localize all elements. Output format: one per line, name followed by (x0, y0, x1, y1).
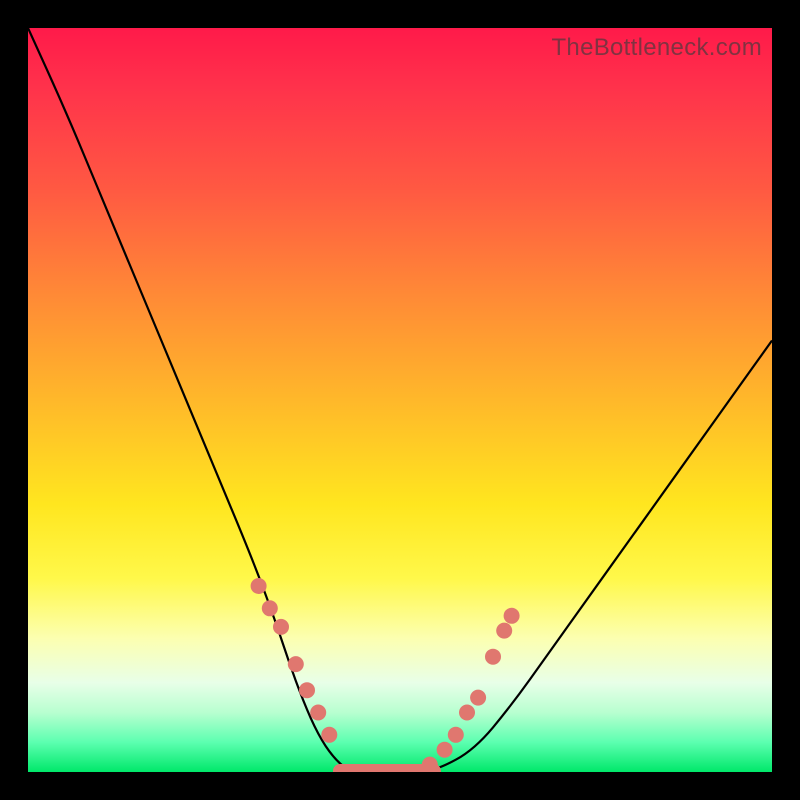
marker-dot (448, 727, 464, 743)
marker-dot (459, 705, 475, 721)
curve-layer (28, 28, 772, 772)
bottleneck-curve (28, 28, 772, 772)
marker-dot (288, 656, 304, 672)
marker-dot (251, 578, 267, 594)
marker-dot (299, 682, 315, 698)
marker-dot (504, 608, 520, 624)
marker-dot (321, 727, 337, 743)
chart-frame: TheBottleneck.com (0, 0, 800, 800)
marker-dot (262, 600, 278, 616)
baseline-band (333, 764, 441, 772)
marker-dot (485, 649, 501, 665)
marker-dot (310, 705, 326, 721)
marker-dot (273, 619, 289, 635)
markers-right (422, 608, 520, 772)
marker-dot (437, 742, 453, 758)
markers-left (251, 578, 338, 743)
marker-dot (470, 690, 486, 706)
marker-dot (496, 623, 512, 639)
plot-area: TheBottleneck.com (28, 28, 772, 772)
